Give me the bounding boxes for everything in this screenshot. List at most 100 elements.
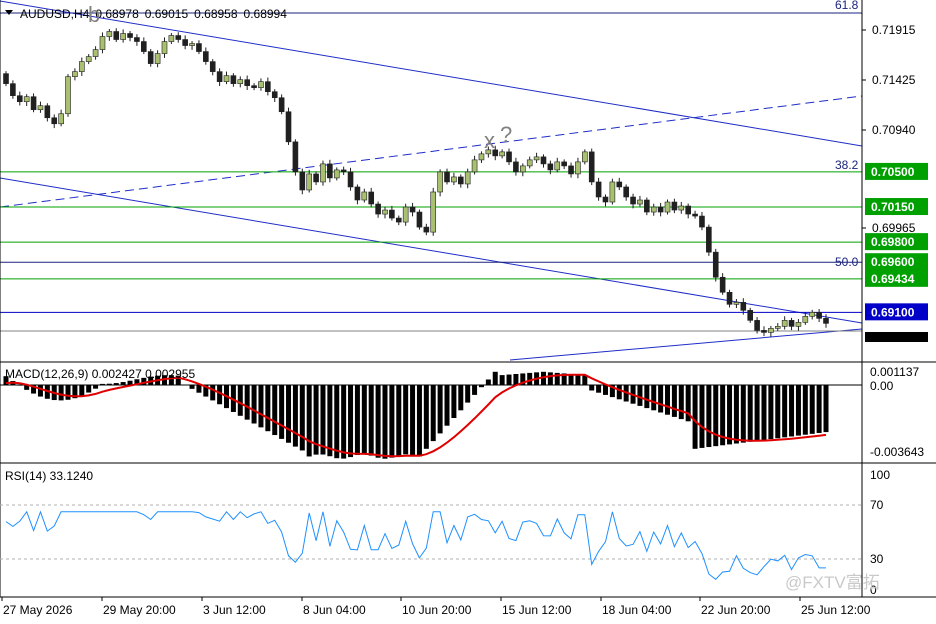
rsi-pane[interactable]: [0, 504, 862, 580]
bear-candle: [127, 33, 133, 38]
macd-bar: [79, 385, 85, 396]
macd-bar: [754, 385, 760, 441]
bear-candle: [726, 291, 733, 305]
bull-candle: [189, 43, 195, 46]
bear-candle: [10, 83, 16, 96]
level-badge-text: 0.70150: [871, 200, 915, 214]
macd-bar: [58, 385, 64, 401]
current-price-badge: [865, 332, 928, 342]
level-badge-text: 0.69600: [871, 255, 915, 269]
bear-candle: [644, 199, 650, 213]
bull-candle: [533, 156, 540, 161]
bear-candle: [3, 73, 9, 84]
bear-candle: [196, 43, 202, 52]
macd-bar: [575, 374, 581, 385]
macd-bar: [472, 385, 478, 395]
macd-bar: [265, 385, 271, 432]
macd-bar: [616, 385, 622, 400]
level-price-badges: 0.70500 0.70150 0.69800 0.69600 0.69434 0.691…: [865, 162, 928, 321]
macd-bar: [761, 385, 767, 440]
bull-candle: [85, 56, 92, 62]
wave-label-question: ?: [500, 122, 512, 147]
symbol-title: AUDUSD,H4 0.68978 0.69015 0.68958 0.68994: [20, 7, 287, 21]
macd-pane[interactable]: [0, 371, 862, 459]
bull-candle: [382, 209, 388, 215]
macd-bar: [499, 375, 505, 385]
macd-bar: [637, 385, 643, 406]
macd-bar: [106, 383, 112, 385]
macd-bar: [802, 385, 808, 435]
bear-candle: [175, 35, 182, 40]
bull-candle: [223, 75, 230, 82]
wave-label-b: b: [88, 2, 100, 27]
bull-candle: [499, 151, 505, 157]
bear-candle: [506, 151, 512, 163]
bull-candle: [58, 113, 64, 125]
macd-bar: [341, 385, 347, 459]
macd-bar: [644, 385, 650, 409]
macd-bar: [382, 385, 388, 459]
bull-candle: [781, 320, 788, 327]
main-price-pane[interactable]: [0, 0, 863, 362]
macd-bar: [699, 385, 705, 448]
time-label: 22 Jun 20:00: [701, 603, 771, 617]
macd-tick-bottom: -0.003643: [870, 445, 924, 459]
bull-candle: [678, 205, 685, 211]
bear-candle: [657, 206, 664, 213]
macd-bar: [492, 371, 498, 385]
macd-bar: [692, 385, 698, 449]
macd-bar: [292, 385, 298, 447]
bear-candle: [347, 171, 354, 188]
bull-candle: [306, 173, 312, 191]
bull-candle: [92, 49, 99, 57]
macd-bar: [782, 385, 788, 438]
macd-bar: [775, 385, 781, 439]
bear-candle: [141, 41, 147, 52]
bull-candle: [575, 161, 581, 175]
bear-candle: [203, 51, 209, 62]
bull-candle: [72, 71, 78, 77]
time-label: 25 Jun 12:00: [801, 603, 871, 617]
level-badge-text: 0.69100: [871, 305, 915, 319]
level-badge-text: 0.70500: [871, 165, 915, 179]
macd-bar: [416, 385, 422, 457]
time-label: 29 May 20:00: [103, 603, 176, 617]
bear-candle: [395, 217, 402, 223]
bull-candle: [768, 328, 774, 333]
macd-bar: [389, 385, 395, 458]
macd-bar: [795, 385, 801, 436]
bear-candle: [113, 31, 120, 40]
bear-candle: [292, 141, 299, 173]
watermark: @FXTV富拓: [785, 573, 880, 592]
macd-bar: [396, 385, 402, 456]
watermark-text: @FXTV富拓: [785, 573, 880, 592]
macd-bar: [437, 385, 443, 434]
level-badge-text: 0.69800: [871, 235, 915, 249]
bull-candle: [664, 201, 671, 213]
bull-candle: [78, 61, 85, 72]
bear-candle: [540, 156, 547, 165]
macd-bar: [348, 385, 354, 458]
time-label: 27 May 2026: [3, 603, 73, 617]
bear-candle: [354, 186, 361, 201]
bear-candle: [616, 181, 623, 188]
bear-candle: [375, 203, 381, 215]
bear-candle: [30, 96, 37, 111]
price-tick-2: 0.71425: [872, 73, 916, 87]
bull-candle: [526, 159, 533, 167]
bear-candle: [457, 176, 464, 185]
bear-candle: [51, 117, 58, 125]
rsi-tick-70: 70: [870, 498, 884, 512]
bear-candle: [244, 79, 250, 86]
bull-candle: [471, 159, 478, 173]
bear-candle: [595, 181, 602, 198]
trading-chart[interactable]: AUDUSD,H4 0.68978 0.69015 0.68958 0.68994 b …: [0, 0, 936, 624]
bear-candle: [423, 226, 430, 233]
macd-bar: [506, 374, 512, 385]
bull-candle: [554, 161, 561, 171]
macd-bar: [368, 385, 374, 456]
bull-candle: [437, 171, 443, 193]
macd-bar: [671, 385, 677, 417]
bull-candle: [402, 206, 409, 223]
macd-bar: [210, 385, 216, 401]
